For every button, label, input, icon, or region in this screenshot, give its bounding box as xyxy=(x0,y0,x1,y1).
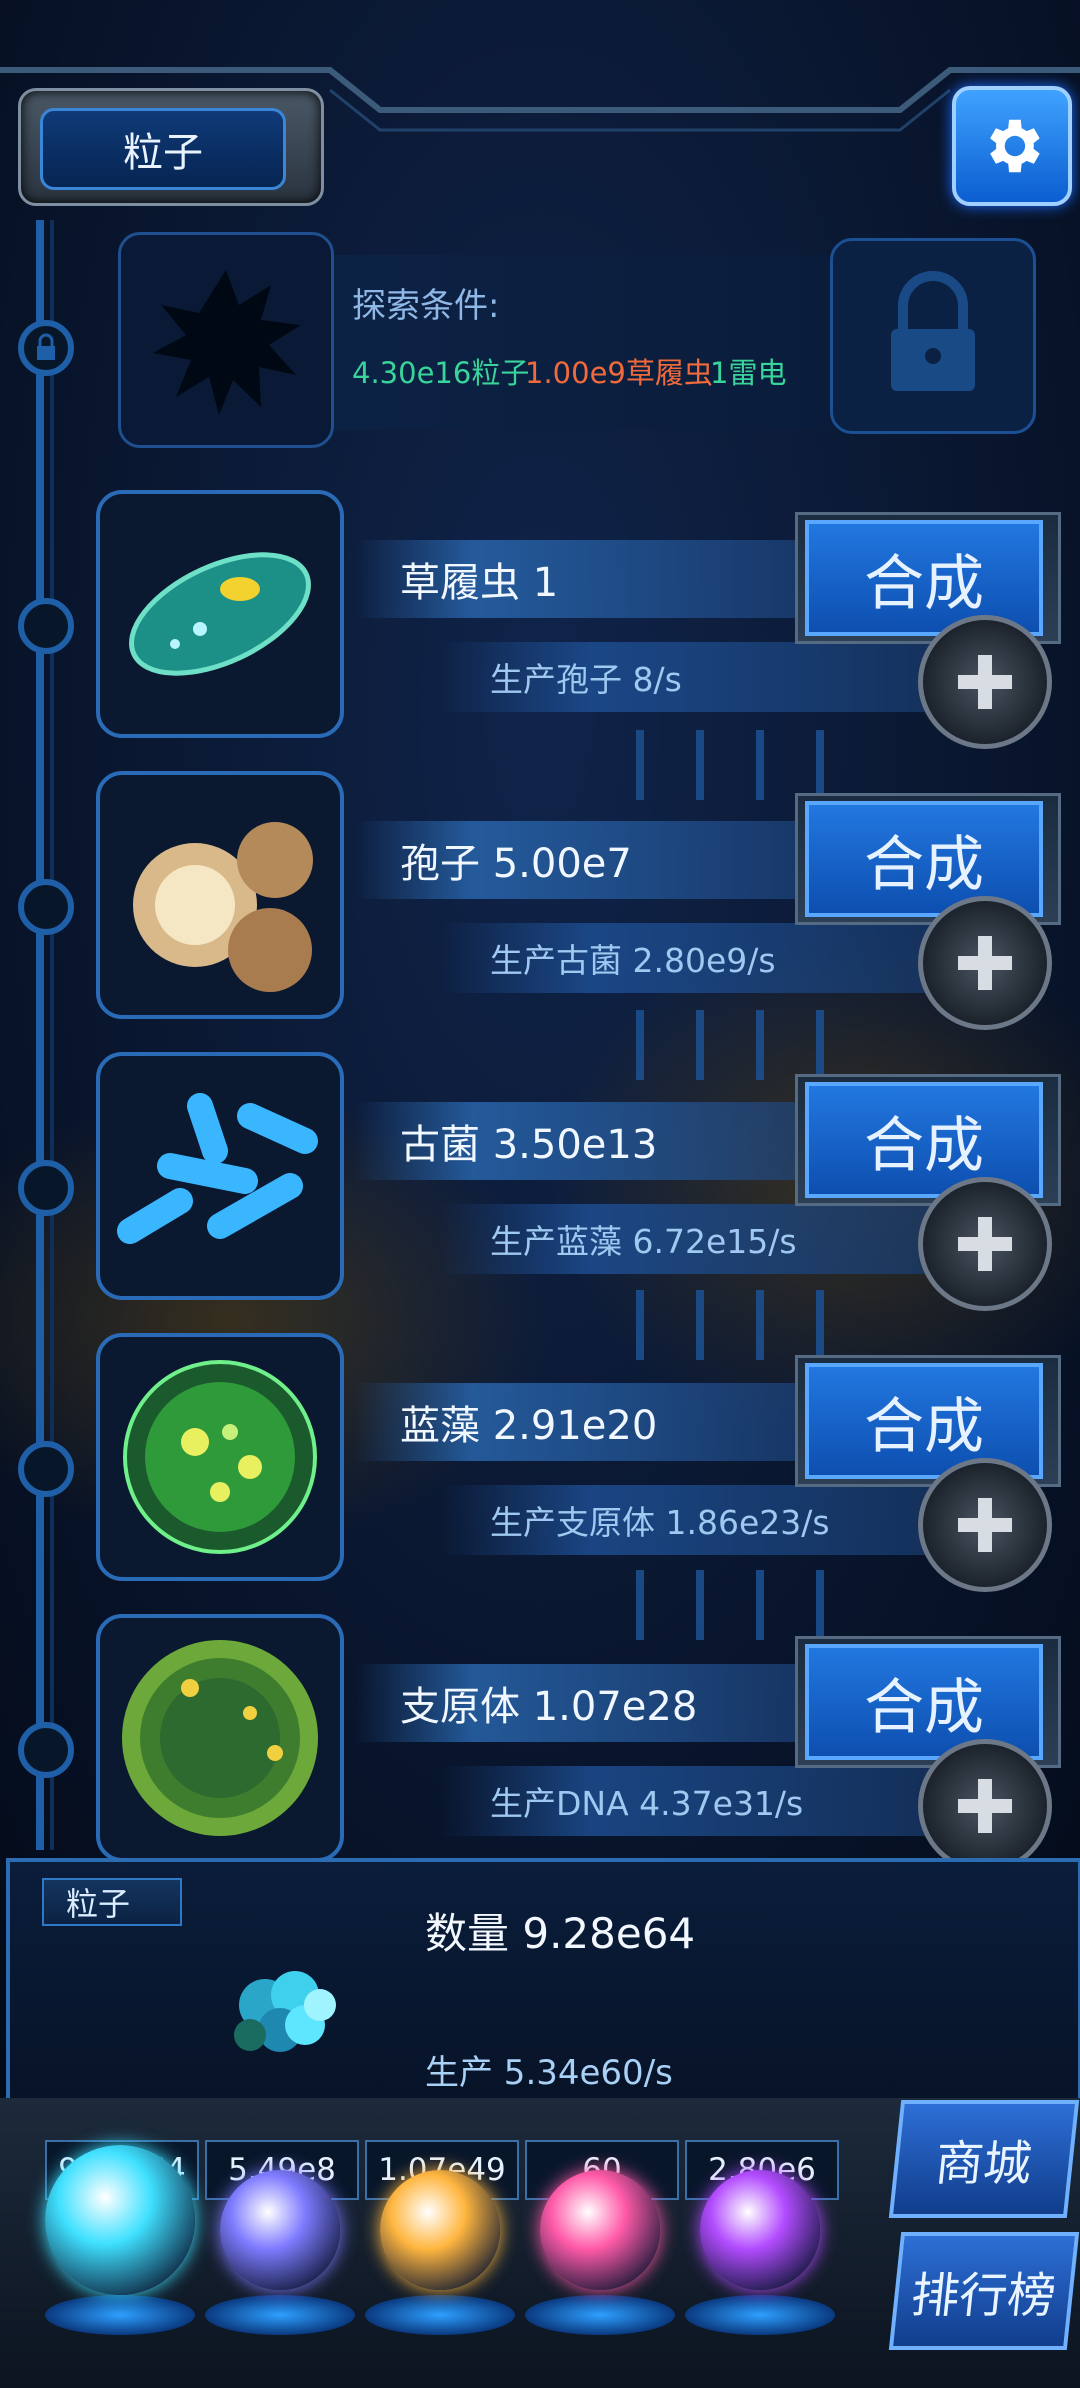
rail-node xyxy=(18,598,74,654)
unit-production: 生产孢子 8/s xyxy=(440,642,940,712)
orb-pedestal xyxy=(685,2295,835,2335)
gear-icon xyxy=(990,119,1040,173)
rail-node xyxy=(18,1441,74,1497)
condition-particles: 4.30e16粒子 xyxy=(352,356,530,390)
shop-button[interactable]: 商城 xyxy=(888,2100,1080,2218)
silhouette-icon xyxy=(153,270,301,415)
unit-icon xyxy=(96,1614,344,1862)
resource-orb-icon[interactable] xyxy=(540,2170,660,2290)
orb-pedestal xyxy=(365,2295,515,2335)
resource-orb-icon[interactable] xyxy=(700,2170,820,2290)
resource-orb-icon[interactable] xyxy=(220,2170,340,2290)
orb-pedestal xyxy=(45,2295,195,2335)
upgrade-button[interactable] xyxy=(918,1458,1052,1592)
unit-production: 生产蓝藻 6.72e15/s xyxy=(440,1204,940,1274)
resource-orb-icon[interactable] xyxy=(380,2170,500,2290)
total-quantity: 数量 9.28e64 xyxy=(425,1909,696,1958)
total-production: 生产 5.34e60/s xyxy=(425,2053,673,2093)
unit-production: 生产支原体 1.86e23/s xyxy=(440,1485,940,1555)
plus-icon xyxy=(958,1217,1012,1271)
rail-node xyxy=(18,879,74,935)
plus-icon xyxy=(958,1779,1012,1833)
condition-paramecium: 1.00e9草履虫 xyxy=(525,356,713,390)
unit-production: 生产古菌 2.80e9/s xyxy=(440,923,940,993)
orb-pedestal xyxy=(205,2295,355,2335)
locked-unit-icon xyxy=(118,232,334,448)
plus-icon xyxy=(958,655,1012,709)
unit-icon xyxy=(96,490,344,738)
unlock-button[interactable] xyxy=(830,238,1036,434)
padlock-icon xyxy=(891,271,975,391)
plus-icon xyxy=(958,936,1012,990)
unit-name: 孢子 5.00e7 xyxy=(355,821,825,899)
unit-name: 支原体 1.07e28 xyxy=(355,1664,825,1742)
orb-pedestal xyxy=(525,2295,675,2335)
upgrade-button[interactable] xyxy=(918,896,1052,1030)
unit-name: 古菌 3.50e13 xyxy=(355,1102,825,1180)
lock-icon xyxy=(37,333,55,360)
unit-icon xyxy=(96,1052,344,1300)
particle-cluster-icon xyxy=(205,1950,365,2070)
ranking-button[interactable]: 排行榜 xyxy=(888,2232,1080,2350)
upgrade-button[interactable] xyxy=(918,1177,1052,1311)
condition-lightning: 1雷电 xyxy=(710,356,787,390)
plus-icon xyxy=(958,1498,1012,1552)
rail-node xyxy=(18,1722,74,1778)
explore-label: 探索条件: xyxy=(352,286,500,326)
unit-name: 蓝藻 2.91e20 xyxy=(355,1383,825,1461)
page-title: 粒子 xyxy=(40,108,286,190)
unit-name: 草履虫 1 xyxy=(355,540,825,618)
rail-node xyxy=(18,1160,74,1216)
summary-tag: 粒子 xyxy=(42,1878,182,1926)
unit-icon xyxy=(96,771,344,1019)
upgrade-button[interactable] xyxy=(918,615,1052,749)
rail-lock-node xyxy=(18,320,74,376)
resource-orb-icon[interactable] xyxy=(45,2145,195,2295)
upgrade-button[interactable] xyxy=(918,1739,1052,1873)
unit-production: 生产DNA 4.37e31/s xyxy=(440,1766,940,1836)
settings-button[interactable] xyxy=(952,86,1072,206)
unit-icon xyxy=(96,1333,344,1581)
